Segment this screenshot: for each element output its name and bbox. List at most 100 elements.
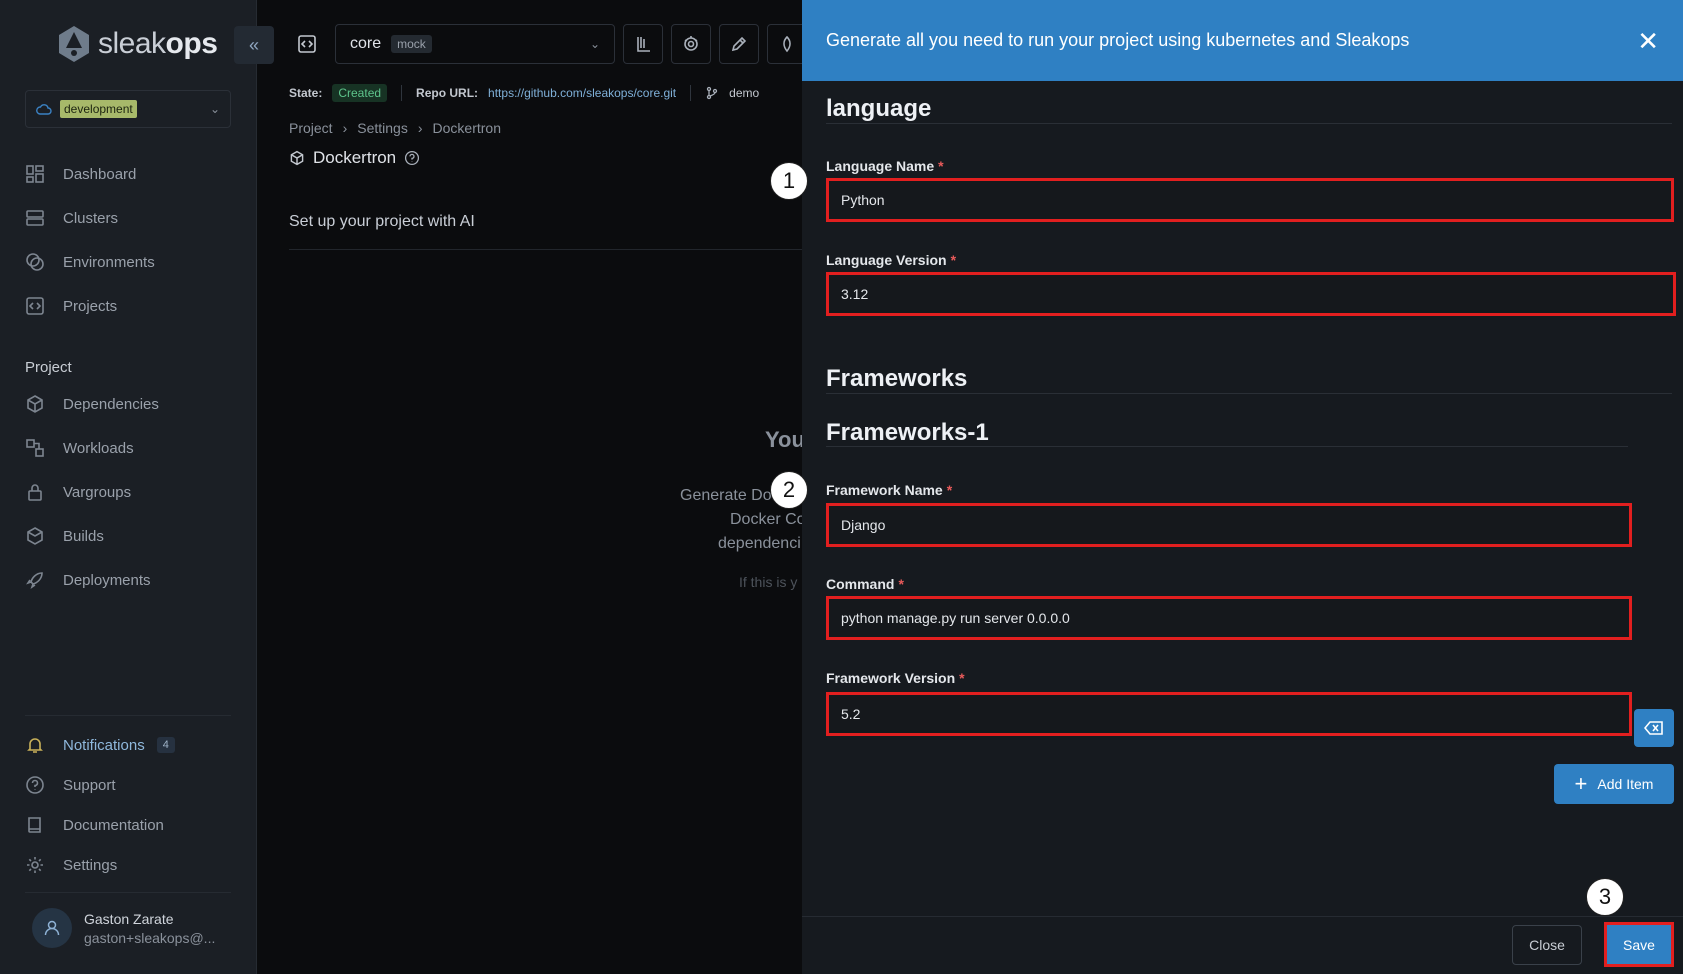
- sidebar-item-label: Dashboard: [63, 165, 137, 183]
- notifications-count-badge: 4: [156, 737, 175, 753]
- page-title-text: Dockertron: [313, 148, 397, 167]
- sidebar-item-label: Builds: [63, 527, 104, 545]
- project-section-heading: Project: [25, 359, 72, 376]
- branch-name: demo: [729, 86, 760, 100]
- command-input[interactable]: python manage.py run server 0.0.0.0: [826, 596, 1632, 640]
- sidebar-item-projects[interactable]: Projects: [25, 296, 117, 316]
- code-icon[interactable]: [287, 24, 327, 64]
- breadcrumb: Project › Settings › Dockertron: [289, 120, 501, 136]
- language-section-title: language: [826, 95, 932, 122]
- section-divider: [289, 249, 802, 250]
- command-label: Command *: [826, 576, 904, 592]
- sidebar-item-settings[interactable]: Settings: [25, 855, 117, 875]
- sidebar-item-dashboard[interactable]: Dashboard: [25, 164, 136, 184]
- meta-divider: [690, 85, 692, 101]
- framework-name-input[interactable]: Django: [826, 503, 1632, 547]
- step-marker: 1: [770, 162, 808, 200]
- state-label: State:: [289, 86, 323, 100]
- frameworks-item-title: Frameworks-1: [826, 419, 989, 446]
- project-toolbar: core mock ⌄: [287, 24, 807, 64]
- sidebar-item-support[interactable]: Support: [25, 775, 116, 795]
- rocket-icon: [26, 572, 43, 589]
- cube-icon: [27, 395, 43, 413]
- project-select[interactable]: core mock ⌄: [335, 24, 615, 64]
- sidebar-item-label: Documentation: [63, 816, 164, 834]
- sidebar-item-vargroups[interactable]: Vargroups: [25, 482, 131, 502]
- book-icon: [28, 817, 41, 833]
- page-title: Dockertron: [289, 148, 420, 168]
- cube-icon: [290, 150, 304, 166]
- sidebar-item-deployments[interactable]: Deployments: [25, 570, 151, 590]
- remove-framework-button[interactable]: [1634, 709, 1674, 747]
- language-name-input[interactable]: Python: [826, 178, 1674, 222]
- collapse-sidebar-button[interactable]: «: [234, 26, 274, 64]
- sidebar-item-label: Environments: [63, 253, 155, 271]
- sidebar-item-builds[interactable]: Builds: [25, 526, 104, 546]
- user-icon: [44, 920, 60, 936]
- logs-icon[interactable]: [623, 24, 663, 64]
- section-divider: [826, 123, 1672, 124]
- modal-header: Generate all you need to run your projec…: [802, 0, 1683, 81]
- setup-heading: Set up your project with AI: [289, 213, 475, 230]
- sidebar-item-label: Clusters: [63, 209, 119, 227]
- language-version-label: Language Version *: [826, 252, 957, 268]
- sidebar-item-notifications[interactable]: Notifications 4: [25, 735, 175, 755]
- sidebar-item-dependencies[interactable]: Dependencies: [25, 394, 159, 414]
- framework-name-label: Framework Name *: [826, 482, 953, 498]
- empty-state-title: You: [765, 427, 805, 452]
- frameworks-section-title: Frameworks: [826, 365, 968, 392]
- user-profile[interactable]: Gaston Zarate gaston+sleakops@...: [32, 908, 215, 948]
- sidebar-item-label: Deployments: [63, 571, 151, 589]
- chevron-right-icon: ›: [417, 120, 423, 136]
- repo-url-link[interactable]: https://github.com/sleakops/core.git: [488, 86, 676, 100]
- meta-divider: [401, 85, 403, 101]
- save-button[interactable]: Save: [1604, 922, 1674, 967]
- lock-icon: [28, 484, 42, 501]
- code-icon: [26, 297, 44, 315]
- language-version-input[interactable]: 3.12: [826, 272, 1676, 316]
- sidebar-item-label: Vargroups: [63, 483, 132, 501]
- help-circle-icon: [26, 776, 44, 794]
- status-badge: Created: [332, 84, 388, 102]
- generate-modal: Generate all you need to run your projec…: [802, 0, 1683, 974]
- environment-select[interactable]: development ⌄: [25, 90, 231, 128]
- step-marker: 3: [1586, 878, 1624, 916]
- sidebar-item-clusters[interactable]: Clusters: [25, 208, 118, 228]
- gear-icon: [27, 857, 43, 873]
- breadcrumb-item: Dockertron: [432, 120, 501, 136]
- environment-badge: development: [60, 100, 137, 118]
- chevron-down-icon: ⌄: [589, 37, 600, 51]
- workloads-icon: [26, 439, 44, 457]
- step-marker: 2: [770, 471, 808, 509]
- empty-state-note: If this is y: [739, 574, 798, 590]
- grafana-icon[interactable]: [671, 24, 711, 64]
- logo: sleakops: [56, 24, 218, 64]
- deploy-icon[interactable]: [767, 24, 807, 64]
- breadcrumb-item[interactable]: Settings: [357, 120, 408, 136]
- app-root: sleakops development ⌄ Dashboard Cluster…: [0, 0, 1683, 974]
- user-name: Gaston Zarate: [84, 910, 174, 927]
- framework-version-input[interactable]: 5.2: [826, 692, 1632, 736]
- cloud-icon: [36, 104, 52, 115]
- sidebar-item-label: Workloads: [63, 439, 134, 457]
- close-icon[interactable]: ✕: [1637, 28, 1659, 54]
- server-icon: [26, 210, 44, 226]
- add-item-label: Add Item: [1597, 776, 1654, 792]
- breadcrumb-item[interactable]: Project: [289, 120, 333, 136]
- add-item-button[interactable]: + Add Item: [1554, 764, 1674, 804]
- backspace-icon: [1644, 721, 1663, 735]
- help-circle-icon[interactable]: [404, 150, 420, 166]
- notifications-label: Notifications: [63, 736, 145, 754]
- boxes-icon: [27, 527, 43, 545]
- language-name-label: Language Name *: [826, 158, 944, 174]
- close-button[interactable]: Close: [1512, 925, 1582, 965]
- sidebar-item-workloads[interactable]: Workloads: [25, 438, 134, 458]
- sidebar-item-label: Support: [63, 776, 116, 794]
- empty-state-text: Docker Co: [730, 511, 806, 528]
- sidebar-item-environments[interactable]: Environments: [25, 252, 155, 272]
- sidebar: sleakops development ⌄ Dashboard Cluster…: [0, 0, 257, 974]
- sidebar-divider: [25, 715, 231, 716]
- sidebar-item-documentation[interactable]: Documentation: [25, 815, 164, 835]
- avatar: [32, 908, 72, 948]
- pencil-icon[interactable]: [719, 24, 759, 64]
